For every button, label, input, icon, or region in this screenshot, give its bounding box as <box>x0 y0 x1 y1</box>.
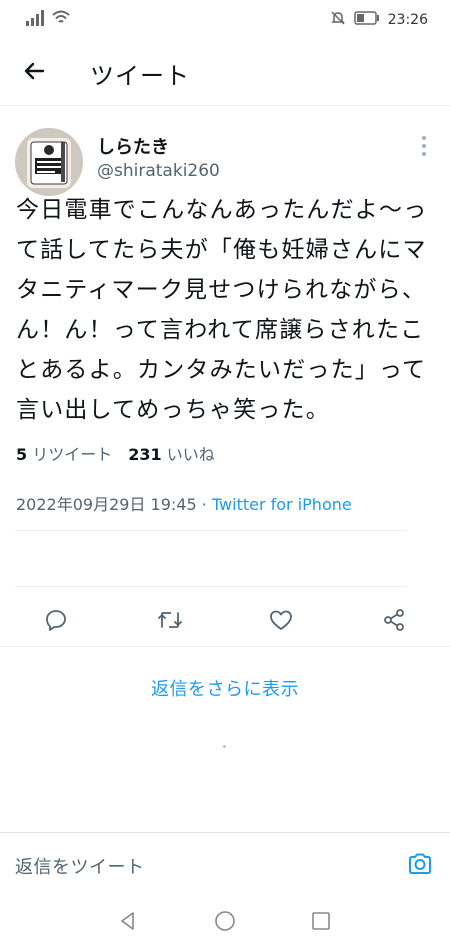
back-triangle-icon <box>118 911 138 935</box>
show-more-replies-link[interactable]: 返信をさらに表示 <box>0 675 450 701</box>
app-bar: ツイート <box>0 38 450 106</box>
user-handle[interactable]: @shirataki260 <box>97 161 220 181</box>
page-title: ツイート <box>90 62 190 90</box>
reply-icon <box>44 608 68 636</box>
nav-home-button[interactable] <box>213 911 237 935</box>
tweet-source[interactable]: Twitter for iPhone <box>212 495 352 514</box>
home-circle-icon <box>214 910 236 936</box>
nav-recents-button[interactable] <box>309 911 333 935</box>
like-count[interactable]: 231 <box>128 445 161 464</box>
tweet-timestamp[interactable]: 2022年09月29日 19:45 <box>16 495 197 514</box>
divider <box>15 530 407 531</box>
more-options-icon[interactable] <box>418 136 430 158</box>
meta-separator: · <box>196 495 212 514</box>
camera-icon <box>407 852 433 880</box>
signal-icon <box>26 10 46 30</box>
user-name[interactable]: しらたき <box>97 133 169 159</box>
share-icon <box>382 608 406 636</box>
wifi-icon <box>52 10 70 30</box>
tweet-text: 今日電車でこんなんあったんだよ〜って話してたら夫が「俺も妊婦さんにマタニティマー… <box>16 197 428 423</box>
divider <box>0 646 450 647</box>
battery-icon <box>353 11 380 29</box>
tweet-stats: 5 リツイート 231 いいね <box>16 441 215 465</box>
retweet-button[interactable] <box>156 608 184 636</box>
recents-square-icon <box>311 911 331 935</box>
nav-back-button[interactable] <box>116 911 140 935</box>
arrow-left-icon <box>22 59 46 87</box>
tweet-meta: 2022年09月29日 19:45 · Twitter for iPhone <box>16 491 352 515</box>
system-navigation-bar <box>0 897 450 950</box>
reply-input[interactable]: 返信をツイート <box>15 853 145 879</box>
divider <box>15 586 407 587</box>
like-label[interactable]: いいね <box>167 445 215 464</box>
retweet-label[interactable]: リツイート <box>32 445 112 464</box>
avatar[interactable] <box>15 128 83 196</box>
back-button[interactable] <box>18 57 50 89</box>
camera-button[interactable] <box>405 851 435 881</box>
status-bar: 23:26 <box>0 0 450 38</box>
like-button[interactable] <box>267 608 295 636</box>
status-time: 23:26 <box>387 12 428 28</box>
reply-bar: 返信をツイート <box>0 832 450 897</box>
share-button[interactable] <box>380 608 408 636</box>
retweet-icon <box>157 608 183 636</box>
tweet-actions <box>0 600 450 644</box>
retweet-count[interactable]: 5 <box>16 445 27 464</box>
loading-indicator <box>223 745 226 748</box>
like-icon <box>269 608 293 636</box>
reply-button[interactable] <box>42 608 70 636</box>
mute-bell-icon <box>330 10 346 30</box>
